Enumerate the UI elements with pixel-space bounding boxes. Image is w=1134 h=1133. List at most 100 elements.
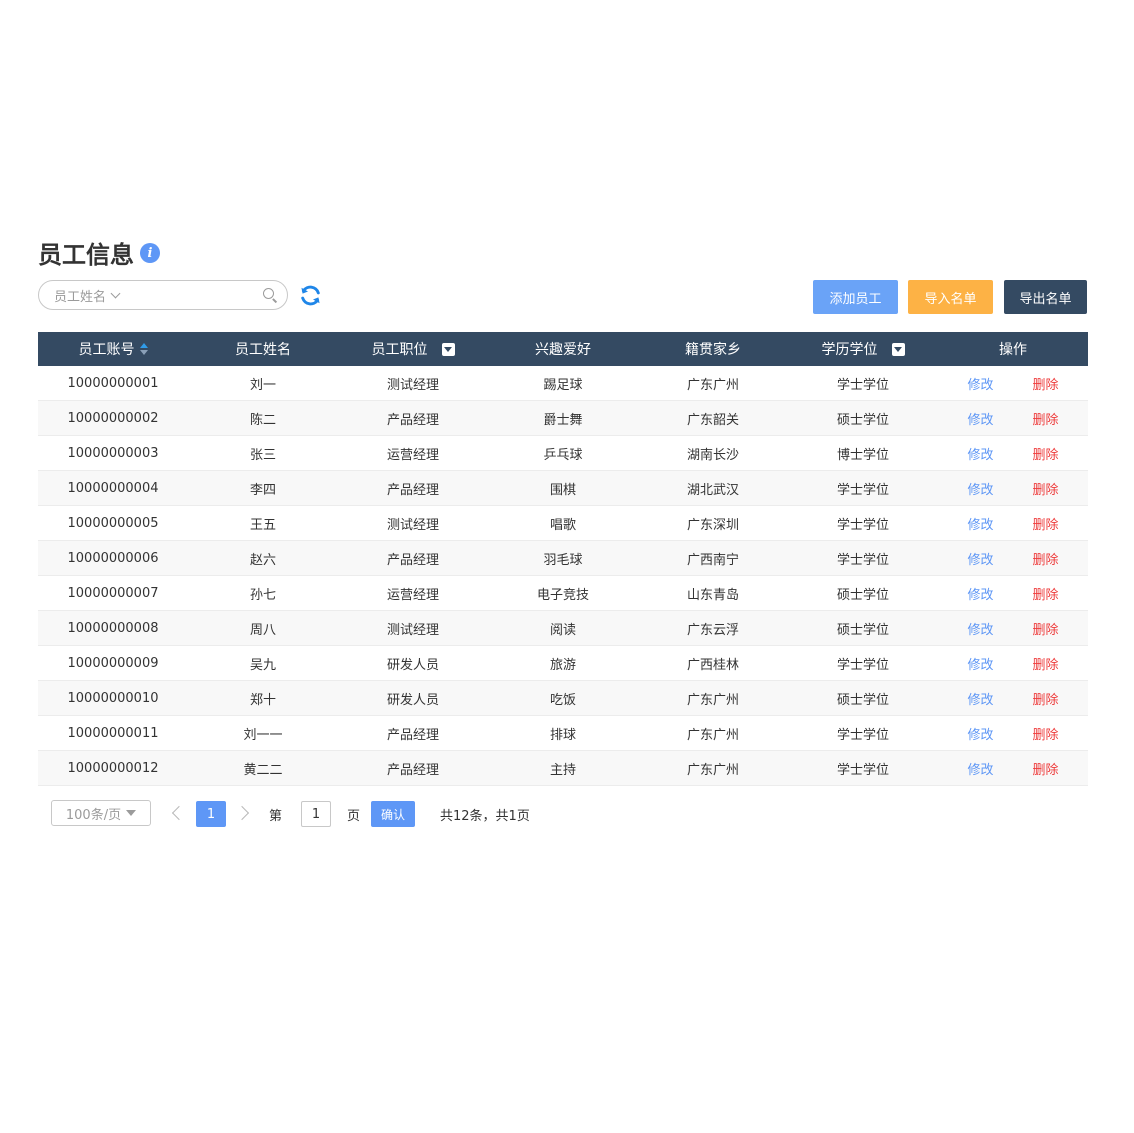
table-row: 10000000007 孙七 运营经理 电子竞技 山东青岛 硕士学位 修改 删除 <box>38 576 1088 611</box>
column-header-actions: 操作 <box>999 342 1027 358</box>
hometown-cell: 湖南长沙 <box>686 447 739 463</box>
account-cell: 10000000008 <box>67 620 159 636</box>
name-cell: 李四 <box>249 482 276 498</box>
search-field-select[interactable]: 员工姓名 <box>54 286 121 305</box>
hobby-cell: 爵士舞 <box>543 412 583 428</box>
column-header-degree[interactable]: 学历学位 <box>788 339 938 359</box>
caret-down-icon <box>126 810 137 816</box>
position-cell: 研发人员 <box>386 657 439 673</box>
account-cell: 10000000004 <box>67 480 159 496</box>
actions-cell: 修改 删除 <box>938 444 1088 463</box>
hobby-cell: 乒乓球 <box>543 447 583 463</box>
delete-link[interactable]: 删除 <box>1032 724 1058 743</box>
degree-cell: 学士学位 <box>836 762 889 778</box>
position-cell: 产品经理 <box>386 762 439 778</box>
account-cell: 10000000003 <box>67 445 159 461</box>
sort-icon[interactable] <box>139 343 148 355</box>
filter-dropdown-icon[interactable] <box>441 342 455 356</box>
delete-link[interactable]: 删除 <box>1032 444 1058 463</box>
edit-link[interactable]: 修改 <box>967 759 993 778</box>
edit-link[interactable]: 修改 <box>967 409 993 428</box>
page-number-current[interactable]: 1 <box>196 801 226 827</box>
actions-cell: 修改 删除 <box>938 689 1088 708</box>
pagination: 100条/页 1 第 1 页 确认 共12条，共1页 <box>51 800 651 827</box>
search-box[interactable]: 员工姓名 <box>38 280 288 310</box>
import-list-button[interactable]: 导入名单 <box>908 280 993 314</box>
info-icon[interactable]: i <box>140 243 160 263</box>
actions-cell: 修改 删除 <box>938 514 1088 533</box>
table-row: 10000000010 郑十 研发人员 吃饭 广东广州 硕士学位 修改 删除 <box>38 681 1088 716</box>
position-cell: 运营经理 <box>386 447 439 463</box>
delete-link[interactable]: 删除 <box>1032 514 1058 533</box>
column-header-account[interactable]: 员工账号 <box>38 339 188 359</box>
edit-link[interactable]: 修改 <box>967 619 993 638</box>
position-cell: 运营经理 <box>386 587 439 603</box>
actions-cell: 修改 删除 <box>938 724 1088 743</box>
edit-link[interactable]: 修改 <box>967 724 993 743</box>
table-row: 10000000005 王五 测试经理 唱歌 广东深圳 学士学位 修改 删除 <box>38 506 1088 541</box>
prev-page-icon[interactable] <box>171 805 187 821</box>
actions-cell: 修改 删除 <box>938 584 1088 603</box>
edit-link[interactable]: 修改 <box>967 479 993 498</box>
degree-cell: 学士学位 <box>836 657 889 673</box>
delete-link[interactable]: 删除 <box>1032 479 1058 498</box>
title-row: 员工信息 i <box>38 236 160 269</box>
delete-link[interactable]: 删除 <box>1032 409 1058 428</box>
edit-link[interactable]: 修改 <box>967 374 993 393</box>
delete-link[interactable]: 删除 <box>1032 619 1058 638</box>
delete-link[interactable]: 删除 <box>1032 549 1058 568</box>
hobby-cell: 围棋 <box>549 482 576 498</box>
delete-link[interactable]: 删除 <box>1032 689 1058 708</box>
position-cell: 研发人员 <box>386 692 439 708</box>
edit-link[interactable]: 修改 <box>967 514 993 533</box>
hobby-cell: 电子竞技 <box>536 587 589 603</box>
name-cell: 孙七 <box>249 587 276 603</box>
hometown-cell: 广西桂林 <box>686 657 739 673</box>
goto-page-input[interactable]: 1 <box>301 801 331 827</box>
position-cell: 测试经理 <box>386 377 439 393</box>
search-icon[interactable] <box>261 286 279 304</box>
confirm-button[interactable]: 确认 <box>371 801 415 827</box>
hometown-cell: 广东韶关 <box>686 412 739 428</box>
refresh-icon[interactable] <box>298 283 323 308</box>
delete-link[interactable]: 删除 <box>1032 584 1058 603</box>
table-row: 10000000008 周八 测试经理 阅读 广东云浮 硕士学位 修改 删除 <box>38 611 1088 646</box>
hobby-cell: 吃饭 <box>549 692 576 708</box>
hobby-cell: 主持 <box>549 762 576 778</box>
table-row: 10000000001 刘一 测试经理 踢足球 广东广州 学士学位 修改 删除 <box>38 366 1088 401</box>
actions-cell: 修改 删除 <box>938 374 1088 393</box>
delete-link[interactable]: 删除 <box>1032 374 1058 393</box>
add-employee-button[interactable]: 添加员工 <box>813 280 898 314</box>
degree-cell: 学士学位 <box>836 482 889 498</box>
search-field-label: 员工姓名 <box>54 289 107 305</box>
table-row: 10000000002 陈二 产品经理 爵士舞 广东韶关 硕士学位 修改 删除 <box>38 401 1088 436</box>
edit-link[interactable]: 修改 <box>967 549 993 568</box>
delete-link[interactable]: 删除 <box>1032 759 1058 778</box>
hometown-cell: 广东云浮 <box>686 622 739 638</box>
table-row: 10000000003 张三 运营经理 乒乓球 湖南长沙 博士学位 修改 删除 <box>38 436 1088 471</box>
employee-table: 员工账号 员工姓名 员工职位 兴趣爱好 籍贯家乡 学历学位 操作 1000000… <box>38 332 1088 786</box>
page-size-select[interactable]: 100条/页 <box>51 800 151 826</box>
next-page-icon[interactable] <box>234 805 250 821</box>
table-body: 10000000001 刘一 测试经理 踢足球 广东广州 学士学位 修改 删除 10000000… <box>38 366 1088 786</box>
edit-link[interactable]: 修改 <box>967 654 993 673</box>
actions-cell: 修改 删除 <box>938 409 1088 428</box>
name-cell: 郑十 <box>249 692 276 708</box>
delete-link[interactable]: 删除 <box>1032 654 1058 673</box>
edit-link[interactable]: 修改 <box>967 444 993 463</box>
edit-link[interactable]: 修改 <box>967 689 993 708</box>
table-row: 10000000006 赵六 产品经理 羽毛球 广西南宁 学士学位 修改 删除 <box>38 541 1088 576</box>
account-cell: 10000000005 <box>67 515 159 531</box>
account-cell: 10000000009 <box>67 655 159 671</box>
page-title: 员工信息 <box>38 240 134 269</box>
export-list-button[interactable]: 导出名单 <box>1004 280 1087 314</box>
hometown-cell: 广西南宁 <box>686 552 739 568</box>
degree-cell: 学士学位 <box>836 727 889 743</box>
name-cell: 赵六 <box>249 552 276 568</box>
hometown-cell: 湖北武汉 <box>686 482 739 498</box>
filter-dropdown-icon[interactable] <box>891 342 905 356</box>
account-cell: 10000000012 <box>67 760 159 776</box>
column-header-position[interactable]: 员工职位 <box>338 339 488 359</box>
edit-link[interactable]: 修改 <box>967 584 993 603</box>
degree-cell: 学士学位 <box>836 377 889 393</box>
